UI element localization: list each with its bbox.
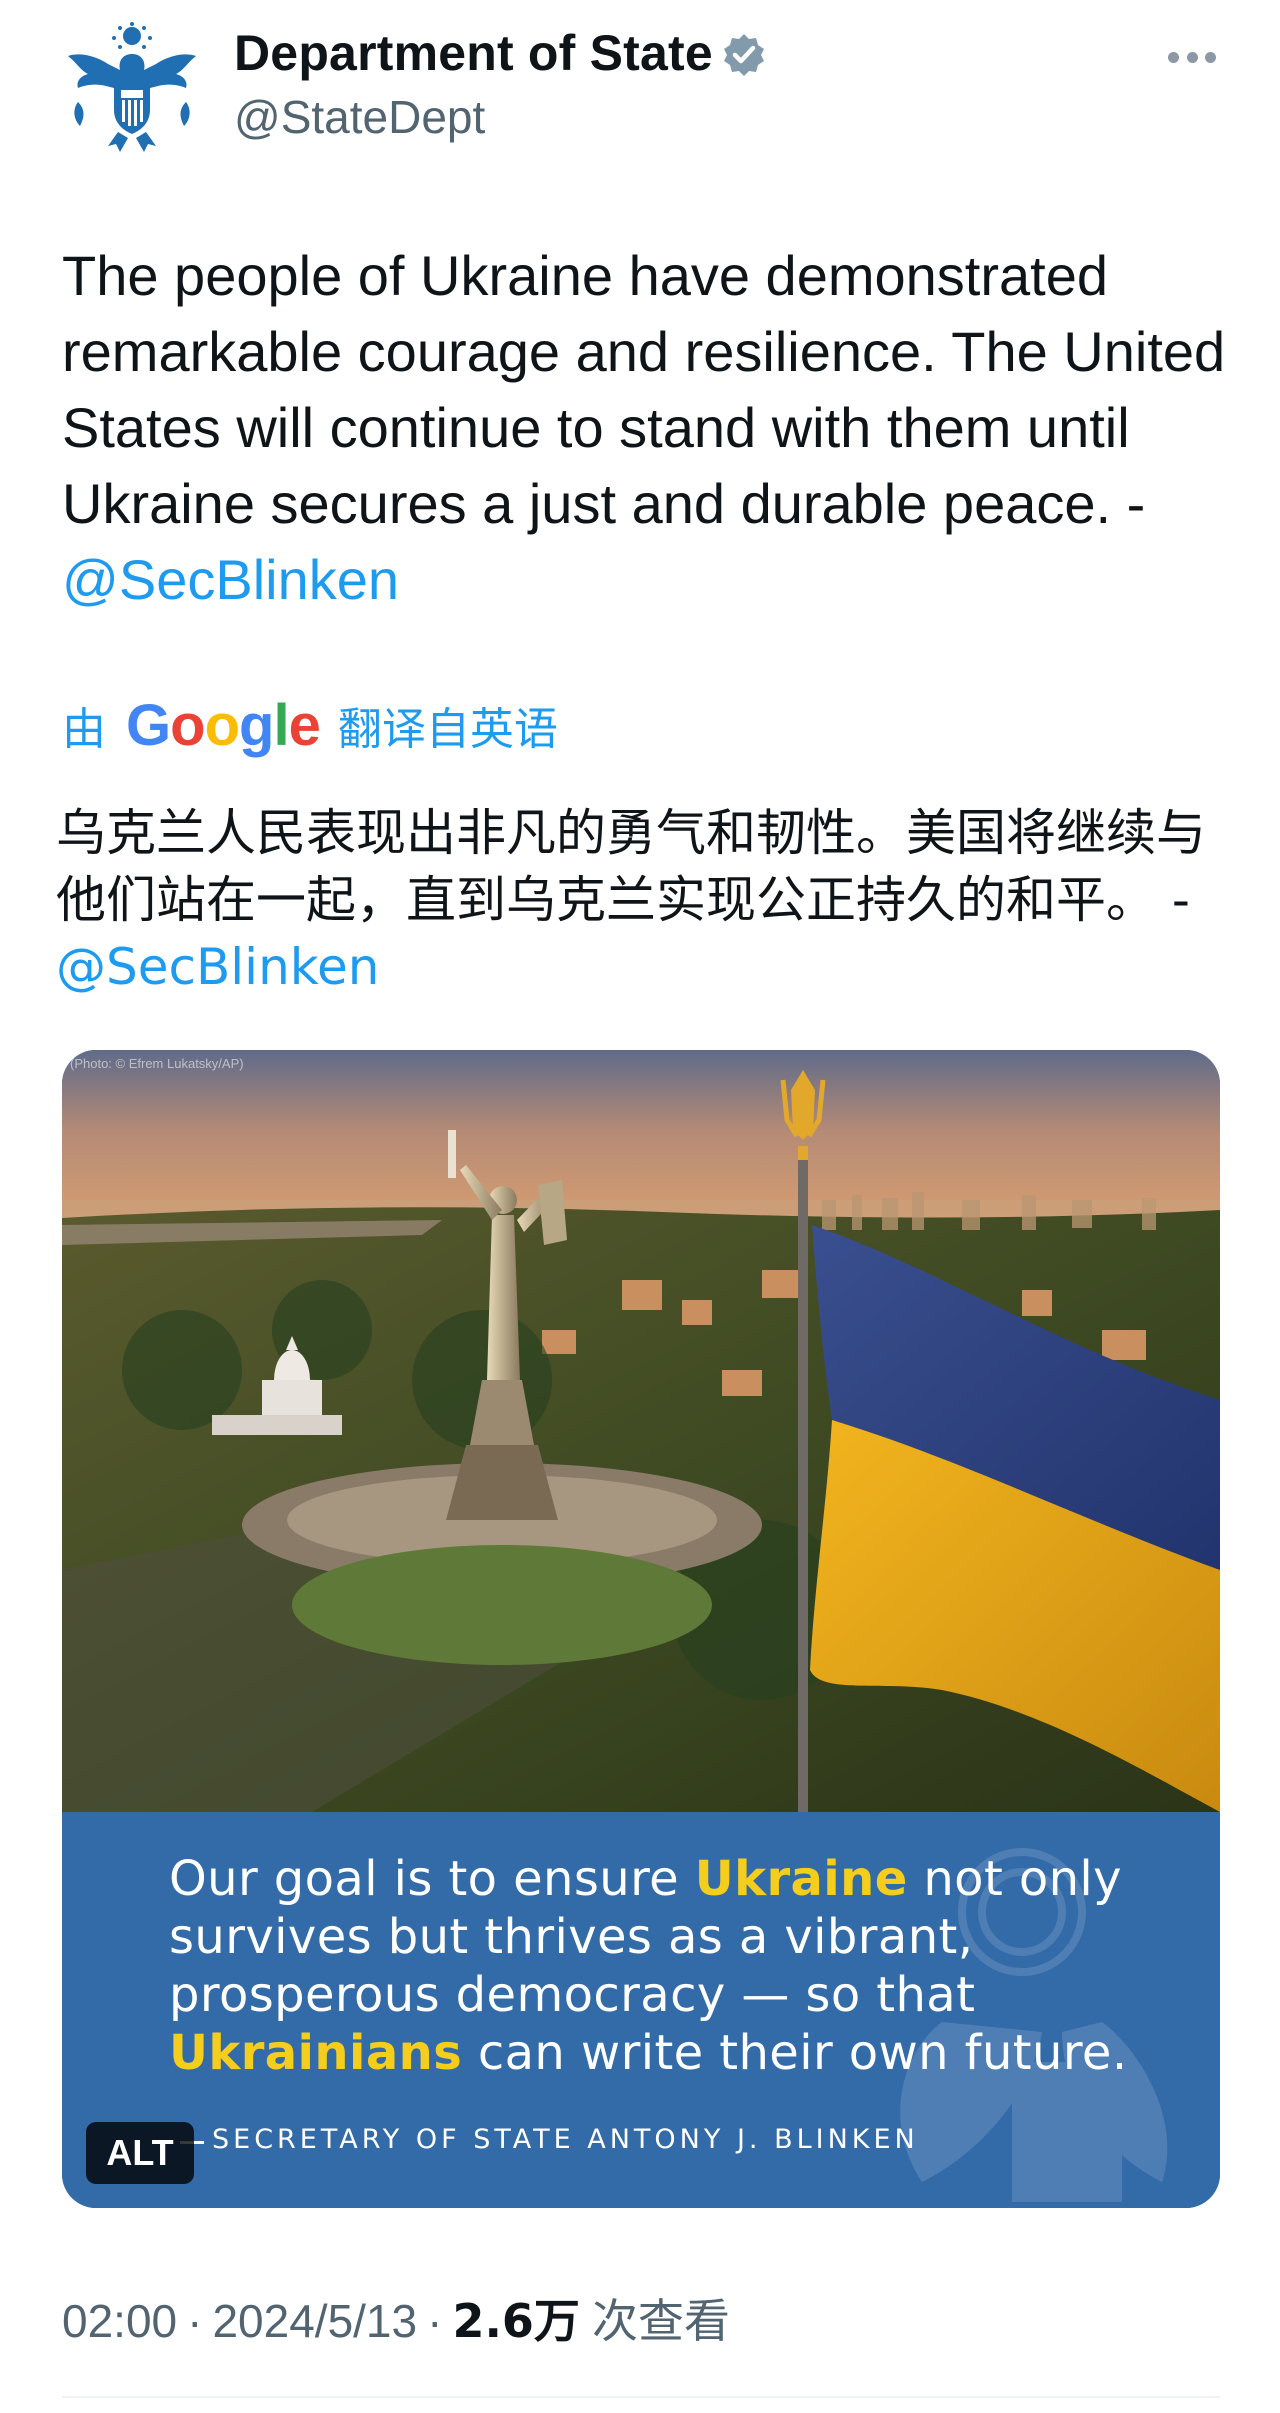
quote-attribution: SECRETARY OF STATE ANTONY J. BLINKEN (212, 2124, 919, 2155)
tweet-body: The people of Ukraine have demonstrated … (62, 244, 1226, 535)
handle[interactable]: @StateDept (234, 90, 485, 144)
display-name[interactable]: Department of State (234, 24, 713, 82)
translation-by-label: 由 (62, 705, 106, 754)
tweet-time[interactable]: 02:00 (62, 2294, 177, 2348)
meta-separator: · (427, 2295, 443, 2347)
tweet-text: The people of Ukraine have demonstrated … (62, 238, 1232, 618)
views-label[interactable]: 次查看 (592, 2285, 730, 2351)
tweet-header: Department of State @StateDept (0, 0, 1280, 170)
quote-panel: Our goal is to ensure Ukraine not only s… (62, 1812, 1220, 2208)
mention-link[interactable]: @SecBlinken (62, 548, 399, 611)
tweet-media[interactable]: (Photo: © Efrem Lukatsky/AP) Our goal is… (62, 1050, 1220, 2208)
verified-badge-icon[interactable] (721, 32, 767, 78)
translation-source-label: 翻译自英语 (337, 705, 558, 754)
quote-highlight-ukraine: Ukraine (694, 1851, 908, 1907)
tweet-meta: 02:00 · 2024/5/13 · 2.6万 次查看 (62, 2285, 730, 2351)
translated-mention-link[interactable]: @SecBlinken (56, 938, 379, 996)
translated-text: 乌克兰人民表现出非凡的勇气和韧性。美国将继续与他们站在一起，直到乌克兰实现公正持… (56, 800, 1236, 1001)
translation-attribution[interactable]: 由 Google 翻译自英语 (62, 690, 558, 760)
views-count[interactable]: 2.6万 (452, 2285, 580, 2351)
translated-body: 乌克兰人民表现出非凡的勇气和韧性。美国将继续与他们站在一起，直到乌克兰实现公正持… (56, 804, 1206, 929)
meta-separator: · (187, 2295, 203, 2347)
state-department-seal-icon[interactable] (58, 14, 206, 162)
quote-text: Our goal is to ensure Ukraine not only s… (169, 1850, 1169, 2082)
google-logo-icon: Google (126, 692, 321, 758)
photo-credit: (Photo: © Efrem Lukatsky/AP) (70, 1056, 244, 1071)
quote-highlight-ukrainians: Ukrainians (169, 2025, 463, 2081)
quote-part-3: can write their own future. (462, 2025, 1128, 2081)
more-options-icon[interactable] (1168, 50, 1216, 64)
divider (62, 2396, 1220, 2398)
alt-text-button[interactable]: ALT (86, 2122, 194, 2184)
quote-part-1: Our goal is to ensure (169, 1851, 695, 1907)
photo-motherland-monument: (Photo: © Efrem Lukatsky/AP) (62, 1050, 1220, 1812)
tweet-date[interactable]: 2024/5/13 (212, 2294, 417, 2348)
